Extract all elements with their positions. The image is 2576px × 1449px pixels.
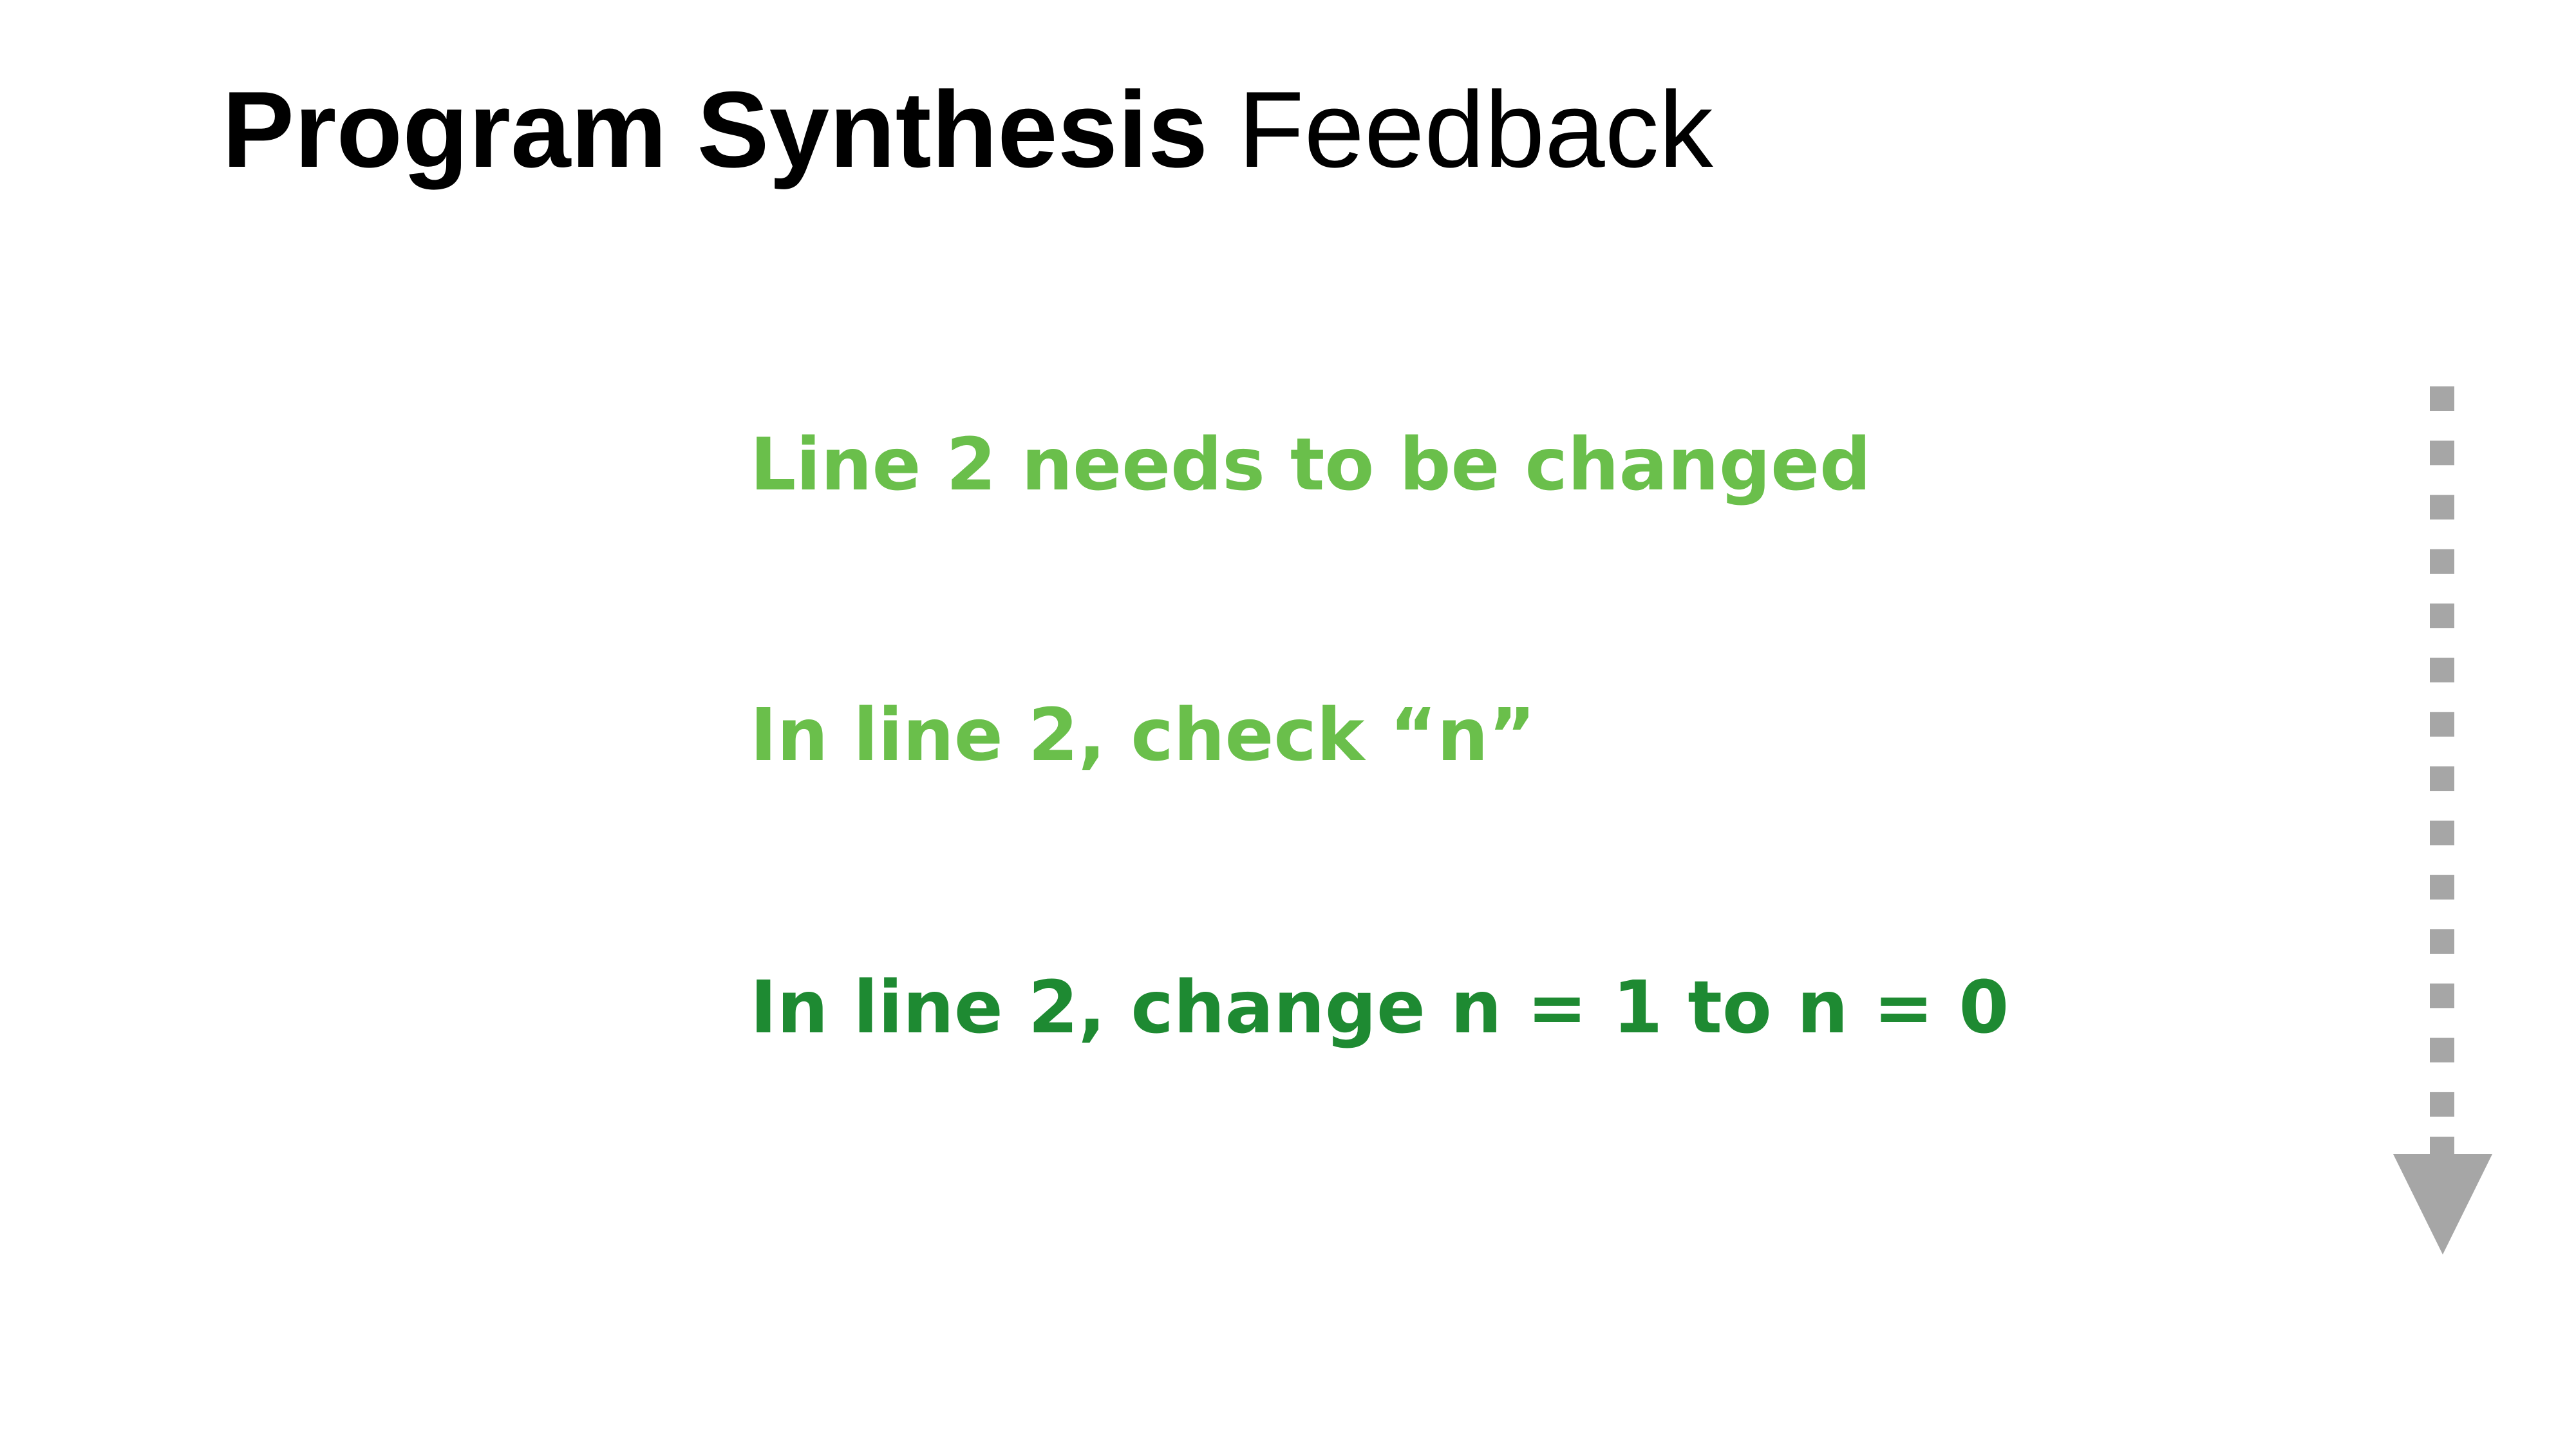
arrow-dash: [2430, 440, 2454, 466]
arrow-dash: [2430, 1037, 2454, 1063]
arrow-dash: [2430, 549, 2454, 574]
arrow-dash: [2430, 712, 2454, 737]
arrow-dash: [2430, 1137, 2454, 1156]
arrow-dash: [2430, 929, 2454, 954]
feedback-level-1: Line 2 needs to be changed: [750, 423, 1872, 507]
arrow-dash: [2430, 983, 2454, 1009]
arrow-dash: [2430, 1092, 2454, 1117]
arrow-dash: [2430, 766, 2454, 791]
arrow-dash: [2430, 658, 2454, 683]
title-light-part: Feedback: [1237, 69, 1713, 190]
arrow-dashes: [2430, 386, 2454, 1156]
arrow-dash: [2430, 820, 2454, 846]
arrow-dash: [2430, 495, 2454, 520]
title-bold-part: Program Synthesis: [222, 69, 1208, 190]
feedback-level-3: In line 2, change n = 1 to n = 0: [750, 966, 2009, 1050]
feedback-level-2: In line 2, check “n”: [750, 694, 1536, 777]
arrow-dash: [2430, 875, 2454, 900]
arrow-dash: [2430, 386, 2454, 411]
arrow-dash: [2430, 603, 2454, 629]
arrow-head: [2393, 1154, 2492, 1255]
slide-title: Program Synthesis Feedback: [222, 68, 1713, 192]
